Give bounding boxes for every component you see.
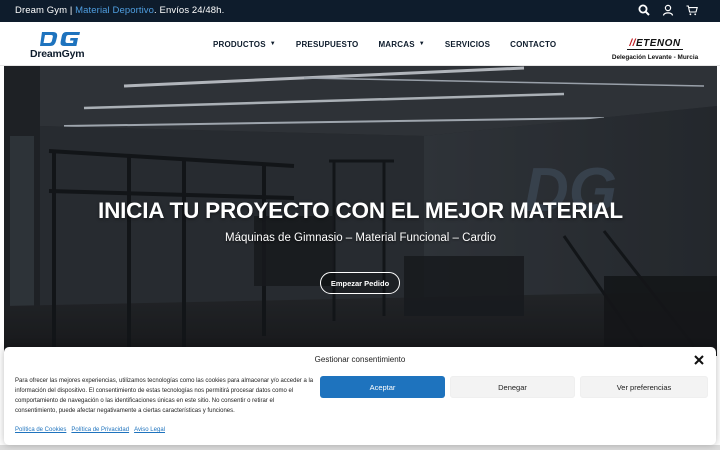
- nav-item-servicios[interactable]: SERVICIOS: [445, 40, 490, 49]
- topbar-highlight-link[interactable]: Material Deportivo: [75, 5, 154, 16]
- cart-icon[interactable]: [686, 4, 698, 16]
- nav-item-label: PRESUPUESTO: [295, 39, 359, 49]
- hero-subtitle: Máquinas de Gimnasio – Material Funciona…: [224, 232, 497, 244]
- privacy-policy-link[interactable]: Política de Privacidad: [71, 427, 129, 433]
- accept-button[interactable]: Aceptar: [320, 376, 445, 398]
- nav-item-marcas[interactable]: MARCAS ▼: [378, 40, 424, 49]
- hero-title: INICIA TU PROYECTO CON EL MEJOR MATERIAL: [98, 198, 623, 223]
- nav-item-label: CONTACTO: [510, 39, 557, 49]
- nav-item-contacto[interactable]: CONTACTO: [510, 40, 556, 49]
- empezar-pedido-button[interactable]: Empezar Pedido: [320, 272, 400, 294]
- cookie-consent-dialog: Gestionar consentimiento Para ofrecer la…: [4, 347, 716, 445]
- topbar-message: Dream Gym | Material Deportivo. Envíos 2…: [15, 5, 224, 16]
- nav-item-productos[interactable]: PRODUCTOS ▼: [213, 40, 276, 49]
- partner-caption: Delegación Levante - Murcia: [611, 54, 699, 61]
- nav-item-label: SERVICIOS: [444, 39, 491, 49]
- site-header: DreamGym PRODUCTOS ▼ PRESUPUESTO MARCAS ▼ …: [0, 22, 720, 66]
- caret-down-icon: ▼: [418, 41, 425, 47]
- etenon-partner-logo[interactable]: //ETENON Delegación Levante - Murcia: [610, 33, 700, 62]
- dreamgym-logo[interactable]: DreamGym: [30, 31, 92, 61]
- user-icon[interactable]: [662, 4, 674, 16]
- consent-description: Para ofrecer las mejores experiencias, u…: [15, 378, 314, 414]
- cookie-policy-link[interactable]: Política de Cookies: [15, 427, 66, 433]
- nav-item-label: MARCAS: [378, 39, 415, 49]
- page-content-peek: [0, 445, 720, 450]
- topbar-shipping: . Envíos 24/48h.: [154, 5, 225, 16]
- nav-item-label: PRODUCTOS: [213, 39, 266, 49]
- hero-banner: DG INICIA TU PROYECTO CON EL MEJOR MATER…: [4, 66, 717, 356]
- consent-links: Política de Cookies Política de Privacid…: [15, 427, 165, 433]
- view-preferences-button[interactable]: Ver preferencias: [580, 376, 708, 398]
- caret-down-icon: ▼: [269, 41, 276, 47]
- close-icon[interactable]: [693, 353, 705, 365]
- main-nav: PRODUCTOS ▼ PRESUPUESTO MARCAS ▼ SERVICIOS…: [213, 22, 556, 66]
- deny-button[interactable]: Denegar: [450, 376, 575, 398]
- top-bar: Dream Gym | Material Deportivo. Envíos 2…: [0, 0, 720, 22]
- nav-item-presupuesto[interactable]: PRESUPUESTO: [296, 40, 359, 49]
- topbar-brand: Dream Gym: [15, 5, 68, 16]
- search-icon[interactable]: [638, 4, 650, 16]
- partner-wordmark: //ETENON: [627, 38, 683, 50]
- logo-text: DreamGym: [30, 48, 85, 60]
- consent-title: Gestionar consentimiento: [314, 355, 406, 364]
- legal-notice-link[interactable]: Aviso Legal: [134, 427, 165, 433]
- topbar-separator: |: [67, 5, 76, 16]
